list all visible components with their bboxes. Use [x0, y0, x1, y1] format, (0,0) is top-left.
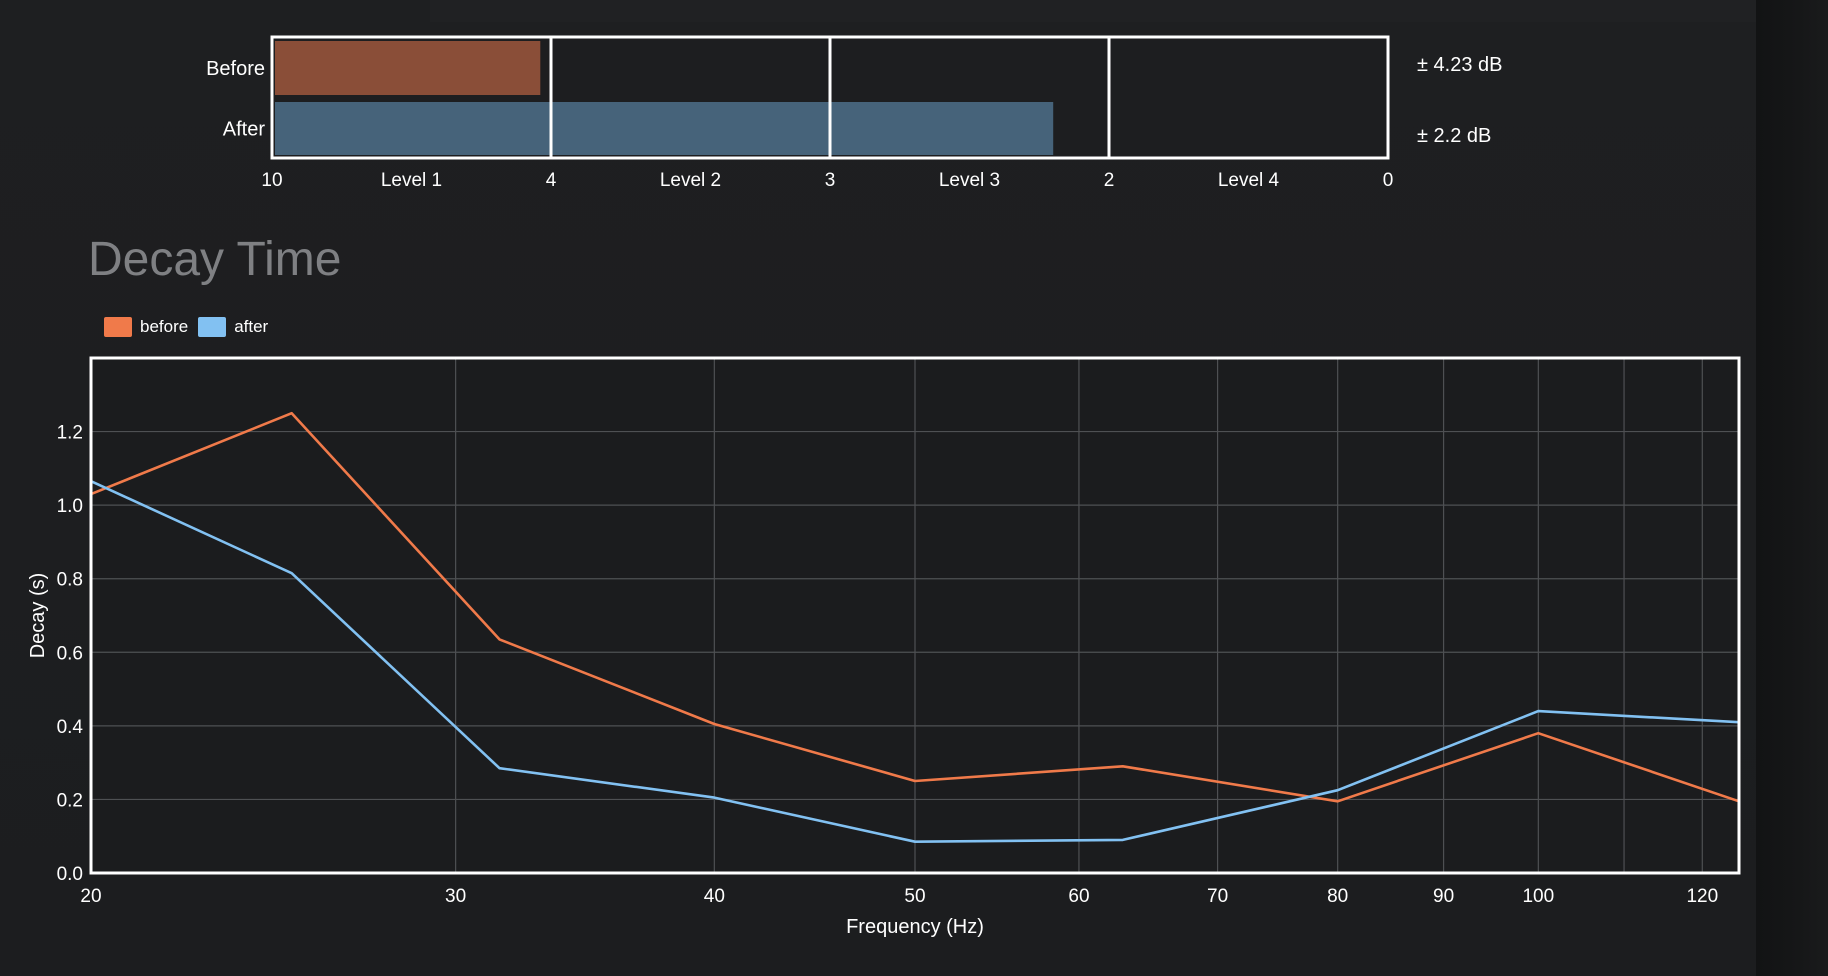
y-tick-label: 0.4: [57, 717, 84, 738]
y-tick-label: 0.0: [57, 864, 83, 885]
x-axis-label: Frequency (Hz): [846, 916, 984, 938]
x-tick-label: 40: [704, 886, 725, 907]
y-tick-label: 0.8: [57, 570, 83, 591]
y-axis-label: Decay (s): [27, 573, 49, 659]
x-tick-label: 50: [904, 886, 925, 907]
decay-time-chart: 0.0 0.2 0.4 0.6 0.8 1.0 1.2 20 30 40 50 60 70 80 90 100…: [27, 356, 1741, 938]
x-tick-label: 80: [1327, 886, 1348, 907]
x-tick-label: 120: [1686, 886, 1718, 907]
y-tick-label: 0.6: [57, 643, 83, 664]
y-tick-label: 1.0: [57, 496, 83, 517]
y-tick-label: 1.2: [57, 423, 83, 444]
x-tick-label: 70: [1207, 886, 1228, 907]
x-tick-label: 90: [1433, 886, 1454, 907]
x-tick-label: 30: [445, 886, 466, 907]
x-tick-label: 60: [1068, 886, 1089, 907]
y-tick-label: 0.2: [57, 790, 83, 811]
x-tick-label: 20: [80, 886, 101, 907]
x-tick-label: 100: [1522, 886, 1554, 907]
